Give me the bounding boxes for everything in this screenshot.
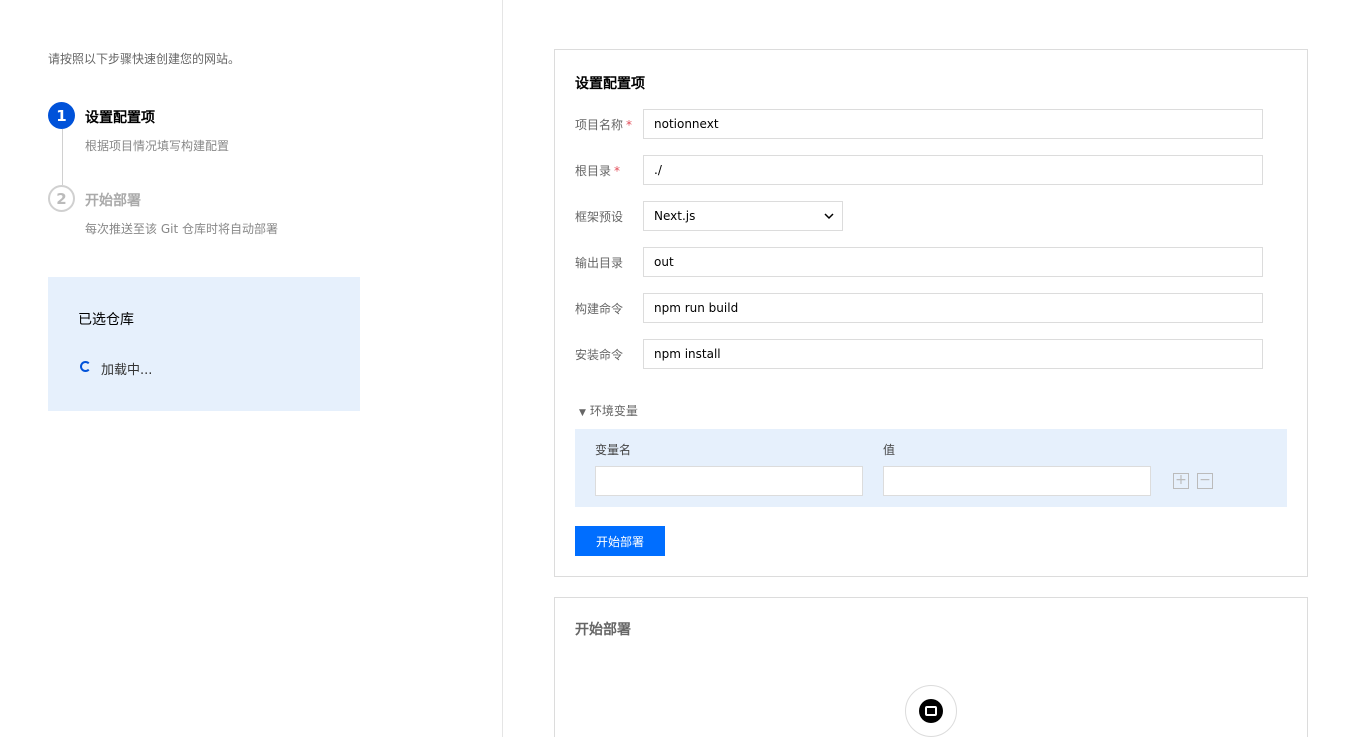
root-dir-row: 根目录 * ./ — [575, 155, 1265, 185]
chevron-down-icon — [824, 213, 834, 220]
root-dir-label: 根目录 — [575, 164, 612, 178]
env-vars-toggle-label: 环境变量 — [589, 404, 638, 418]
required-mark: * — [614, 164, 621, 178]
selected-repo-title: 已选仓库 — [78, 312, 134, 328]
install-command-label: 安装命令 — [575, 348, 624, 362]
build-command-input[interactable]: npm run build — [643, 293, 1263, 323]
project-name-label: 项目名称 — [575, 118, 624, 132]
output-dir-row: 输出目录 out — [575, 247, 1265, 277]
framework-select[interactable]: Next.js — [643, 201, 843, 231]
intro-text: 请按照以下步骤快速创建您的网站。 — [48, 52, 241, 66]
config-card: 设置配置项 项目名称 * notionnext 根目录 * ./ 框架预设 Next… — [554, 49, 1308, 577]
step-1-number: 1 — [48, 102, 75, 129]
framework-select-value: Next.js — [654, 209, 696, 223]
step-2-title: 开始部署 — [85, 193, 141, 209]
add-env-var-button[interactable]: + — [1173, 473, 1189, 489]
project-name-row: 项目名称 * notionnext — [575, 109, 1265, 139]
output-dir-input[interactable]: out — [643, 247, 1263, 277]
start-deploy-button[interactable]: 开始部署 — [575, 526, 665, 556]
step-1-desc: 根据项目情况填写构建配置 — [85, 139, 230, 153]
env-vars-panel: 变量名 值 + − — [575, 429, 1287, 507]
config-title: 设置配置项 — [575, 76, 645, 92]
env-vars-toggle[interactable]: ▼ 环境变量 — [579, 402, 638, 419]
remove-env-var-button[interactable]: − — [1197, 473, 1213, 489]
framework-row: 框架预设 Next.js — [575, 201, 1265, 231]
install-command-input[interactable]: npm install — [643, 339, 1263, 369]
deploy-status-icon — [905, 685, 957, 737]
required-mark: * — [626, 118, 633, 132]
step-1-title: 设置配置项 — [85, 110, 155, 126]
deploy-card: 开始部署 — [554, 597, 1308, 737]
loading-text: 加载中... — [101, 363, 153, 378]
build-command-row: 构建命令 npm run build — [575, 293, 1265, 323]
left-panel: 请按照以下步骤快速创建您的网站。 1 设置配置项 根据项目情况填写构建配置 2 … — [0, 0, 503, 737]
framework-label: 框架预设 — [575, 210, 624, 224]
step-connector — [62, 129, 63, 185]
deploy-card-title: 开始部署 — [575, 622, 631, 638]
step-2-number: 2 — [48, 185, 75, 212]
caret-down-icon: ▼ — [579, 408, 586, 418]
loading-spinner-icon — [80, 361, 91, 372]
project-name-input[interactable]: notionnext — [643, 109, 1263, 139]
build-command-label: 构建命令 — [575, 302, 624, 316]
env-value-header: 值 — [883, 443, 896, 457]
env-value-input[interactable] — [883, 466, 1151, 496]
step-2-desc: 每次推送至该 Git 仓库时将自动部署 — [85, 222, 278, 236]
output-dir-label: 输出目录 — [575, 256, 624, 270]
root-dir-input[interactable]: ./ — [643, 155, 1263, 185]
install-command-row: 安装命令 npm install — [575, 339, 1265, 369]
selected-repo-panel: 已选仓库 加载中... — [48, 277, 360, 411]
env-name-header: 变量名 — [595, 443, 632, 457]
env-name-input[interactable] — [595, 466, 863, 496]
